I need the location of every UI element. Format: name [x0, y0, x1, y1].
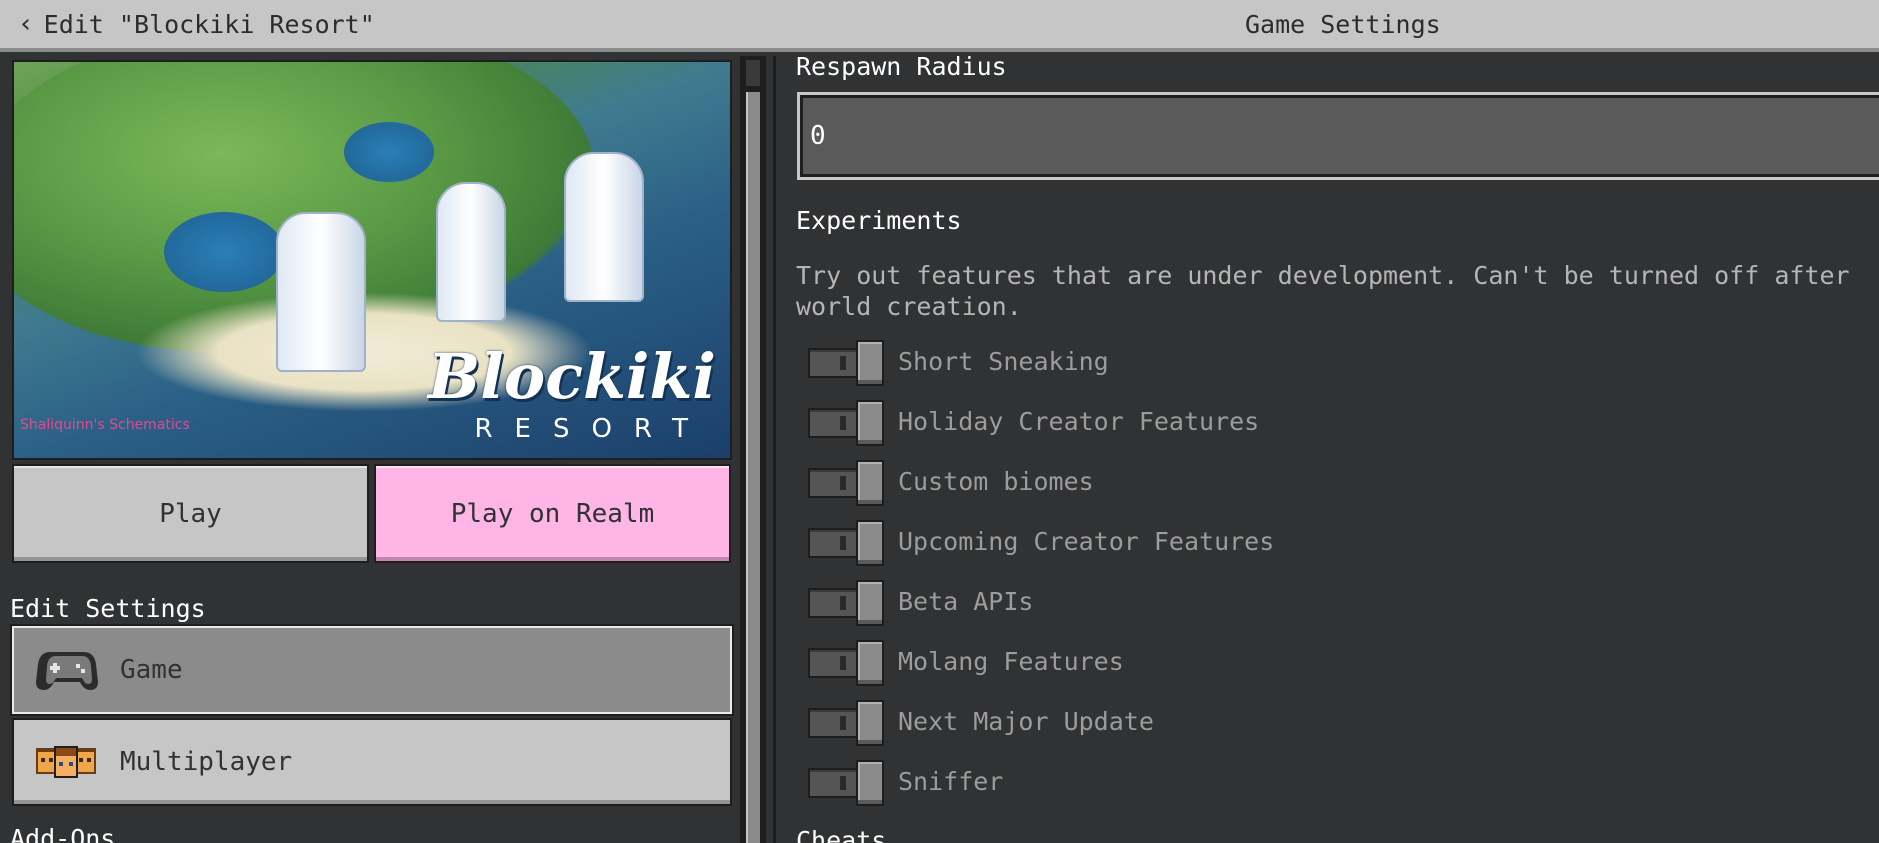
top-bar: ‹ Edit "Blockiki Resort" Game Settings — [0, 0, 1879, 52]
left-panel-scrollbar[interactable] — [740, 56, 766, 843]
toggle-row-short-sneaking: Short Sneaking — [808, 338, 1109, 386]
experiments-title: Experiments — [796, 206, 962, 235]
tower-art — [564, 152, 644, 302]
multiplayer-icon — [34, 736, 100, 788]
play-button[interactable]: Play — [12, 464, 369, 563]
experiments-description: Try out features that are under developm… — [796, 261, 1850, 321]
toggle-row-holiday-creator-features: Holiday Creator Features — [808, 398, 1260, 446]
beta-apis-toggle[interactable] — [808, 580, 884, 626]
respawn-radius-input[interactable] — [797, 92, 1879, 180]
molang-features-toggle[interactable] — [808, 640, 884, 686]
toggle-off-mark — [840, 476, 846, 490]
back-button-label: Edit "Blockiki Resort" — [43, 9, 375, 39]
left-panel: Blockiki RESORT Shaliquinn's Schematics … — [0, 56, 735, 843]
world-logo-subtitle: RESORT — [474, 414, 710, 444]
toggle-row-beta-apis: Beta APIs — [808, 578, 1034, 626]
toggle-row-upcoming-creator-features: Upcoming Creator Features — [808, 518, 1275, 566]
toggle-off-mark — [840, 716, 846, 730]
toggle-off-mark — [840, 356, 846, 370]
respawn-radius-label: Respawn Radius — [796, 52, 1007, 81]
settings-panel: Respawn Radius Experiments Try out featu… — [773, 52, 1879, 843]
toggle-label: Sniffer — [898, 766, 1004, 796]
lake-art — [164, 212, 284, 292]
toggle-knob — [856, 520, 884, 566]
back-button[interactable]: ‹ Edit "Blockiki Resort" — [18, 6, 375, 42]
toggle-off-mark — [840, 536, 846, 550]
toggle-knob — [856, 760, 884, 806]
tower-art — [436, 182, 506, 322]
world-logo-title: Blockiki — [427, 340, 716, 413]
toggle-off-mark — [840, 656, 846, 670]
next-major-update-toggle[interactable] — [808, 700, 884, 746]
nav-item-game-label: Game — [120, 655, 183, 685]
toggle-row-sniffer: Sniffer — [808, 758, 1004, 806]
play-on-realm-button[interactable]: Play on Realm — [374, 464, 731, 563]
short-sneaking-toggle[interactable] — [808, 340, 884, 386]
toggle-knob — [856, 340, 884, 386]
toggle-label: Upcoming Creator Features — [898, 526, 1275, 556]
lake-art — [344, 122, 434, 182]
controller-icon — [34, 644, 100, 696]
toggle-knob — [856, 640, 884, 686]
world-thumbnail: Blockiki RESORT Shaliquinn's Schematics — [12, 60, 732, 460]
tower-art — [276, 212, 366, 372]
toggle-off-mark — [840, 416, 846, 430]
toggle-label: Molang Features — [898, 646, 1124, 676]
page-title: Game Settings — [1245, 9, 1441, 39]
toggle-label: Holiday Creator Features — [898, 406, 1260, 436]
scrollbar-thumb[interactable] — [746, 92, 760, 843]
add-ons-heading: Add-Ons — [10, 824, 116, 843]
custom-biomes-toggle[interactable] — [808, 460, 884, 506]
holiday-creator-features-toggle[interactable] — [808, 400, 884, 446]
toggle-label: Beta APIs — [898, 586, 1034, 616]
scrollbar-cap — [746, 60, 760, 86]
toggle-label: Custom biomes — [898, 466, 1094, 496]
toggle-row-custom-biomes: Custom biomes — [808, 458, 1094, 506]
toggle-knob — [856, 460, 884, 506]
toggle-off-mark — [840, 596, 846, 610]
nav-item-multiplayer-label: Multiplayer — [120, 747, 293, 777]
toggle-knob — [856, 400, 884, 446]
nav-item-game[interactable]: Game — [12, 626, 732, 714]
cheats-heading: Cheats — [796, 826, 887, 843]
toggle-knob — [856, 580, 884, 626]
creator-credit: Shaliquinn's Schematics — [20, 417, 190, 433]
sniffer-toggle[interactable] — [808, 760, 884, 806]
upcoming-creator-features-toggle[interactable] — [808, 520, 884, 566]
nav-item-multiplayer[interactable]: Multiplayer — [12, 718, 732, 806]
edit-settings-heading: Edit Settings — [10, 594, 206, 623]
toggle-knob — [856, 700, 884, 746]
toggle-label: Short Sneaking — [898, 346, 1109, 376]
toggle-row-next-major-update: Next Major Update — [808, 698, 1154, 746]
toggle-row-molang-features: Molang Features — [808, 638, 1124, 686]
toggle-label: Next Major Update — [898, 706, 1154, 736]
toggle-off-mark — [840, 776, 846, 790]
chevron-left-icon: ‹ — [18, 9, 34, 39]
